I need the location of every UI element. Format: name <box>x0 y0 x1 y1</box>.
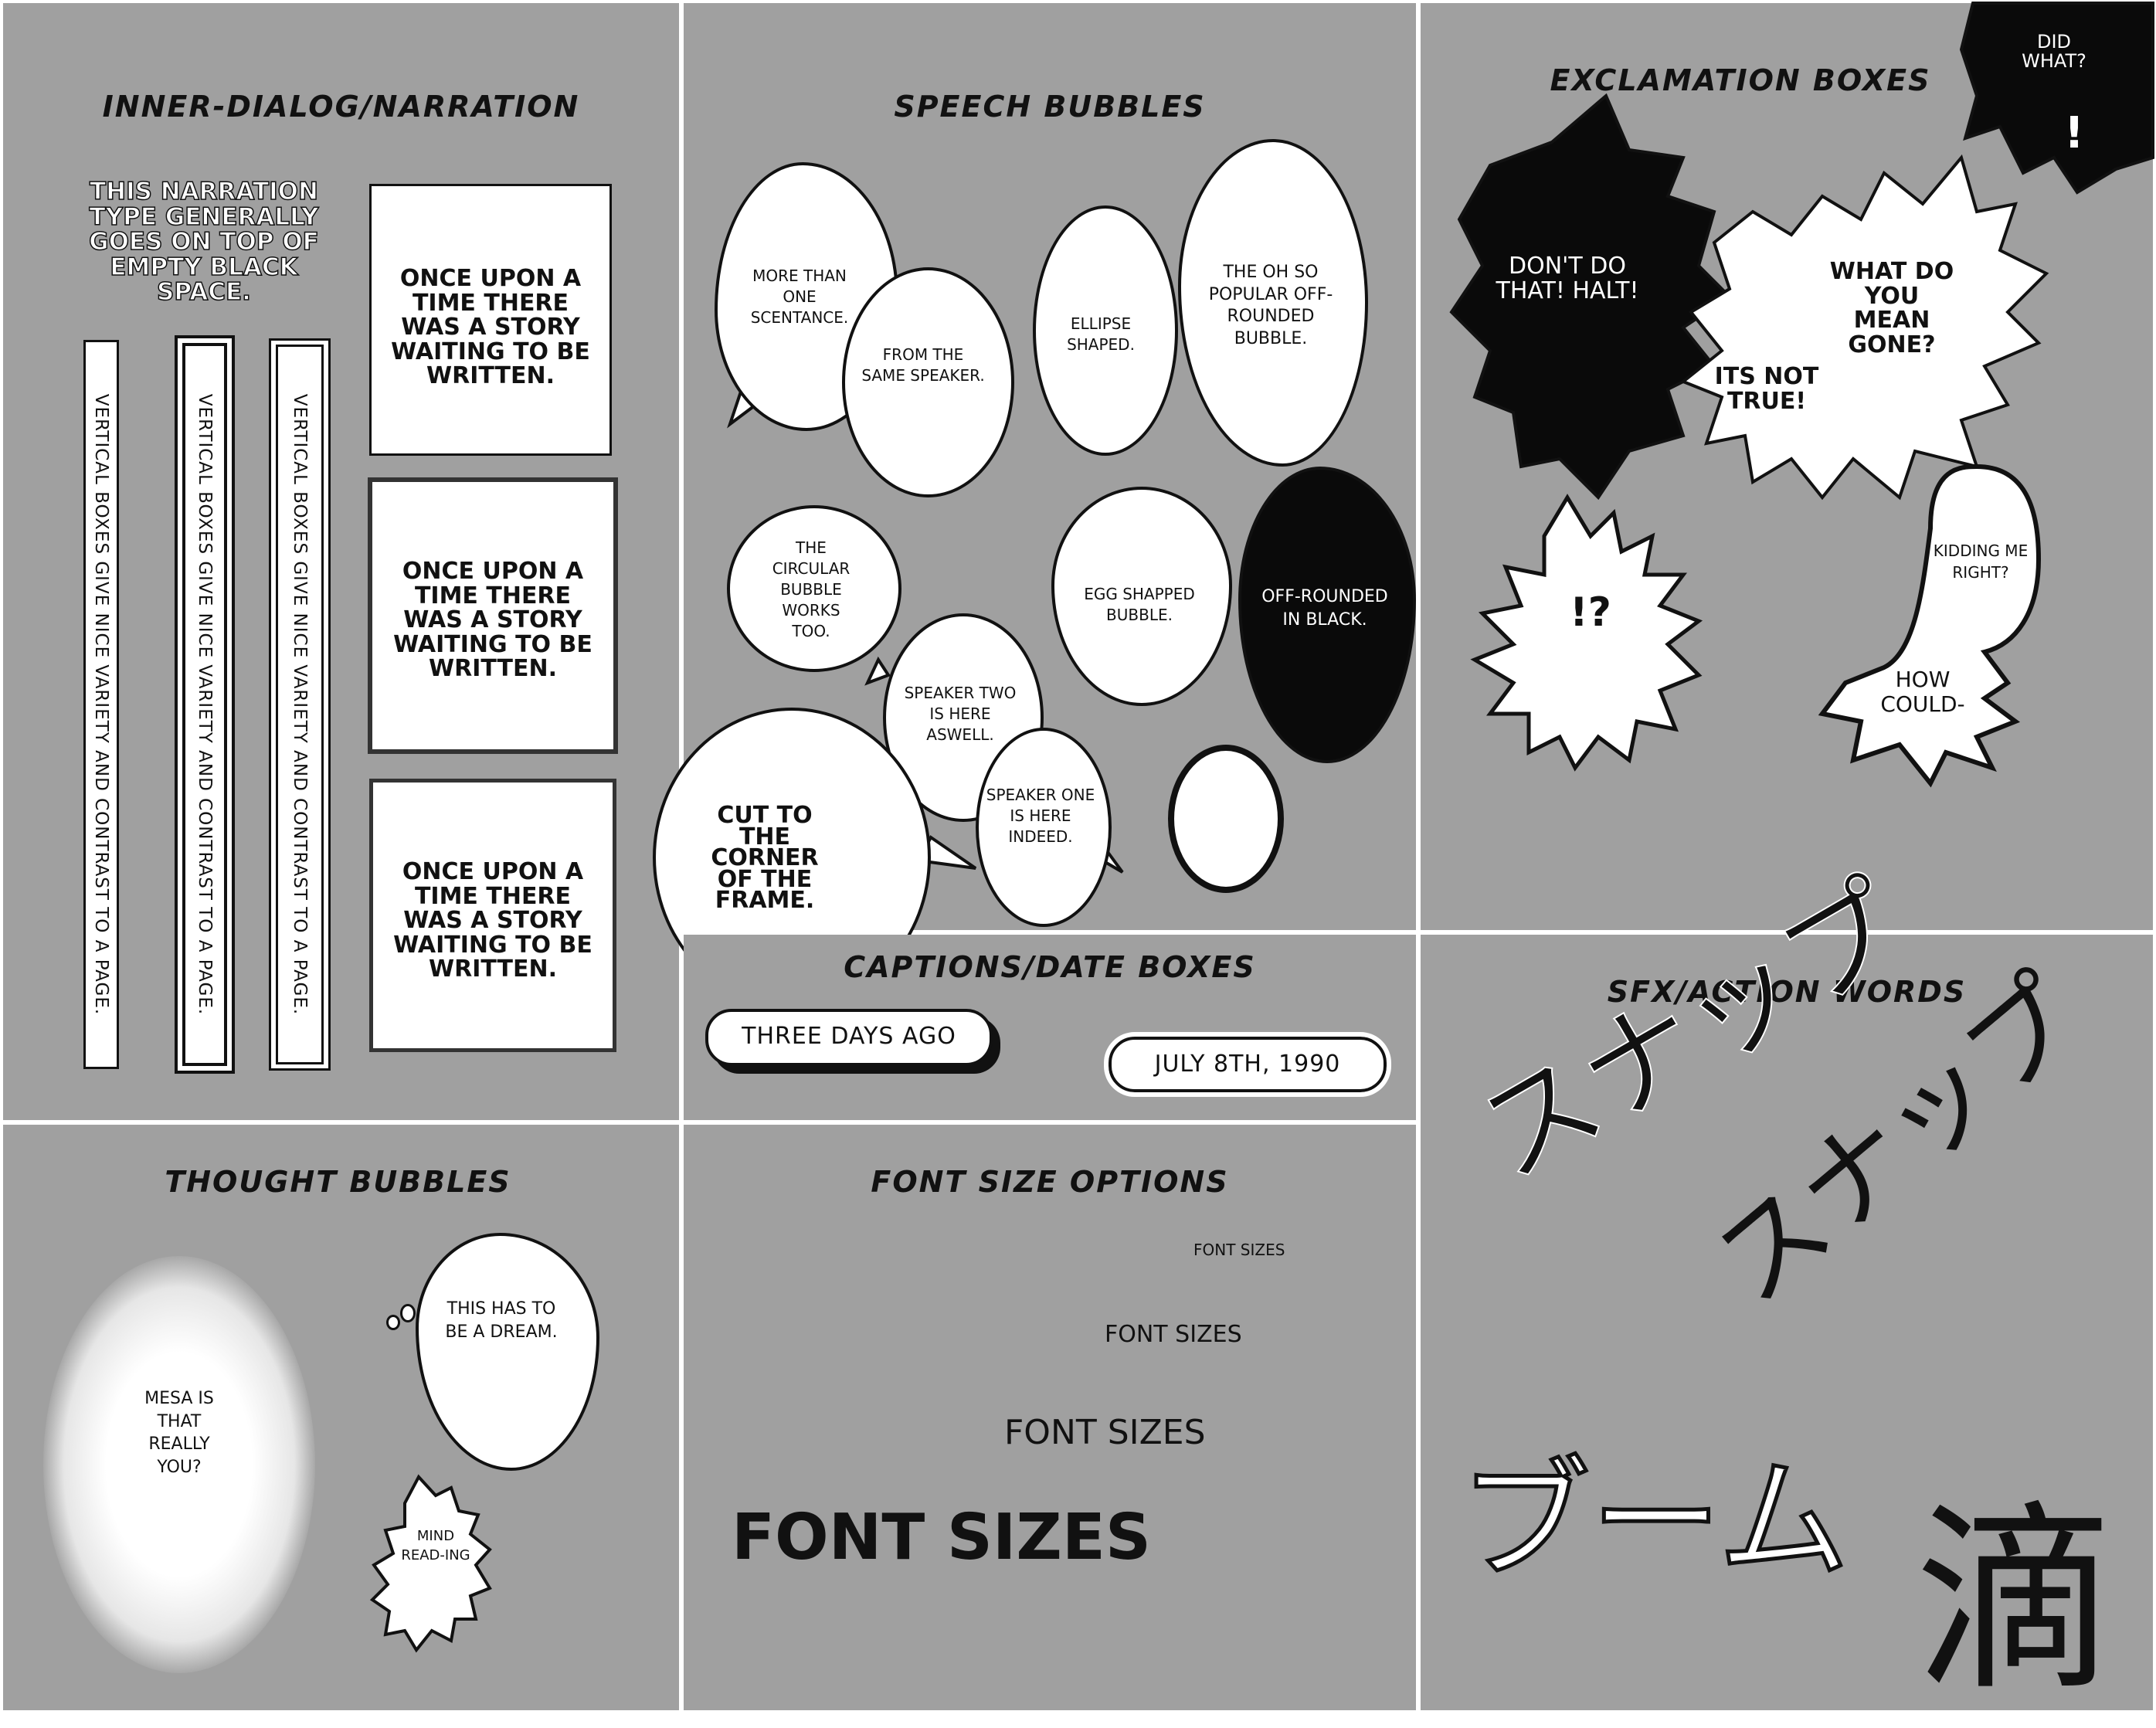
vertical-box-text: Vertical boxes give nice variety and con… <box>91 393 111 1016</box>
sfx-word: ブーム <box>1458 1443 1852 1600</box>
narration-box: Once upon a time there was a story waiti… <box>369 779 616 1052</box>
panel-font-sizes: Font Size Options Font sizes Font sizes … <box>684 1125 1416 1710</box>
speech-bubble-text: Cut to the corner of the frame. <box>711 802 819 915</box>
panel-exclamation-boxes: Exclamation Boxes Did what? ! Don't do t… <box>1421 2 2154 930</box>
exclamation-text: How could- <box>1880 667 1965 718</box>
caption-box: Three days ago <box>705 1009 993 1066</box>
exclamation-text: ! <box>2064 108 2084 158</box>
speech-bubble-text: The circular bubble works too. <box>772 538 851 640</box>
panel-inner-dialog: Inner-Dialog/Narration This narration ty… <box>3 3 679 1120</box>
sfx-word: 滴 <box>1915 1485 2116 1718</box>
vertical-box: Vertical boxes give nice variety and con… <box>269 338 331 1071</box>
speech-bubble-text: More than one scentance. <box>750 266 849 327</box>
vertical-box-text: Vertical boxes give nice variety and con… <box>195 393 215 1016</box>
font-size-sample: Font sizes <box>1193 1241 1285 1259</box>
exclamation-text: What do you mean gone? <box>1829 258 1954 358</box>
panel-thought-bubbles: Thought Bubbles Mesa is that really you?… <box>3 1125 679 1710</box>
vertical-box: Vertical boxes give nice variety and con… <box>83 340 119 1069</box>
date-text: July 8th, 1990 <box>1154 1051 1341 1078</box>
speech-bubble-text: From the same speaker. <box>861 345 985 385</box>
speech-bubble-text: Speaker two is here aswell. <box>904 684 1017 744</box>
thought-text: Mind read-ing <box>401 1528 470 1564</box>
exclamation-text: !? <box>1570 589 1611 636</box>
exclamation-text: Did what? <box>2022 31 2086 73</box>
panel-speech-bubbles: Speech Bubbles More than one scentance. … <box>653 3 1416 1007</box>
exclamation-shapes <box>1449 2 2154 788</box>
narration-box-text: Once upon a time there was a story waiti… <box>393 858 592 983</box>
panel-captions: Captions/Date Boxes Three days ago July … <box>684 935 1416 1120</box>
narration-text: This narration type generally goes on to… <box>88 178 319 307</box>
narration-box: Once upon a time there was a story waiti… <box>368 477 618 754</box>
mind-reading-burst <box>369 1474 492 1653</box>
speech-bubble-text: Egg shapped bubble. <box>1084 585 1195 624</box>
panel-title: Captions/Date Boxes <box>844 950 1256 984</box>
narration-box-text: Once upon a time there was a story waiti… <box>391 265 590 389</box>
narration-box-text: Once upon a time there was a story waiti… <box>393 558 592 682</box>
panel-title: Inner-Dialog/Narration <box>102 90 580 124</box>
panel-sfx: SFX/Action Words スナップ スナップ ブーム 滴 <box>1421 857 2153 1718</box>
caption-text: Three days ago <box>742 1023 956 1050</box>
speech-bubble <box>1168 745 1284 893</box>
exclamation-text: Don't do that! Halt! <box>1496 253 1639 304</box>
exclamation-text: Kidding me right? <box>1933 541 2029 582</box>
narration-box: Once upon a time there was a story waiti… <box>369 184 612 456</box>
speech-bubble-text: The oh so popular off-rounded bubble. <box>1208 263 1333 348</box>
date-box: July 8th, 1990 <box>1104 1032 1391 1097</box>
vertical-box: Vertical boxes give nice variety and con… <box>175 335 235 1074</box>
panel-title: Font Size Options <box>871 1165 1229 1199</box>
speech-bubble-text: Ellipse shaped. <box>1067 314 1135 354</box>
speech-bubble-text: Off-rounded in black. <box>1261 587 1388 630</box>
speech-bubble-text: Speaker one is here indeed. <box>986 786 1095 846</box>
font-size-sample: Font sizes <box>732 1501 1151 1574</box>
exclamation-text: Its not true! <box>1714 363 1819 415</box>
font-size-sample: Font sizes <box>1004 1413 1206 1452</box>
font-size-sample: Font sizes <box>1105 1321 1242 1348</box>
vertical-box-text: Vertical boxes give nice variety and con… <box>290 393 310 1016</box>
